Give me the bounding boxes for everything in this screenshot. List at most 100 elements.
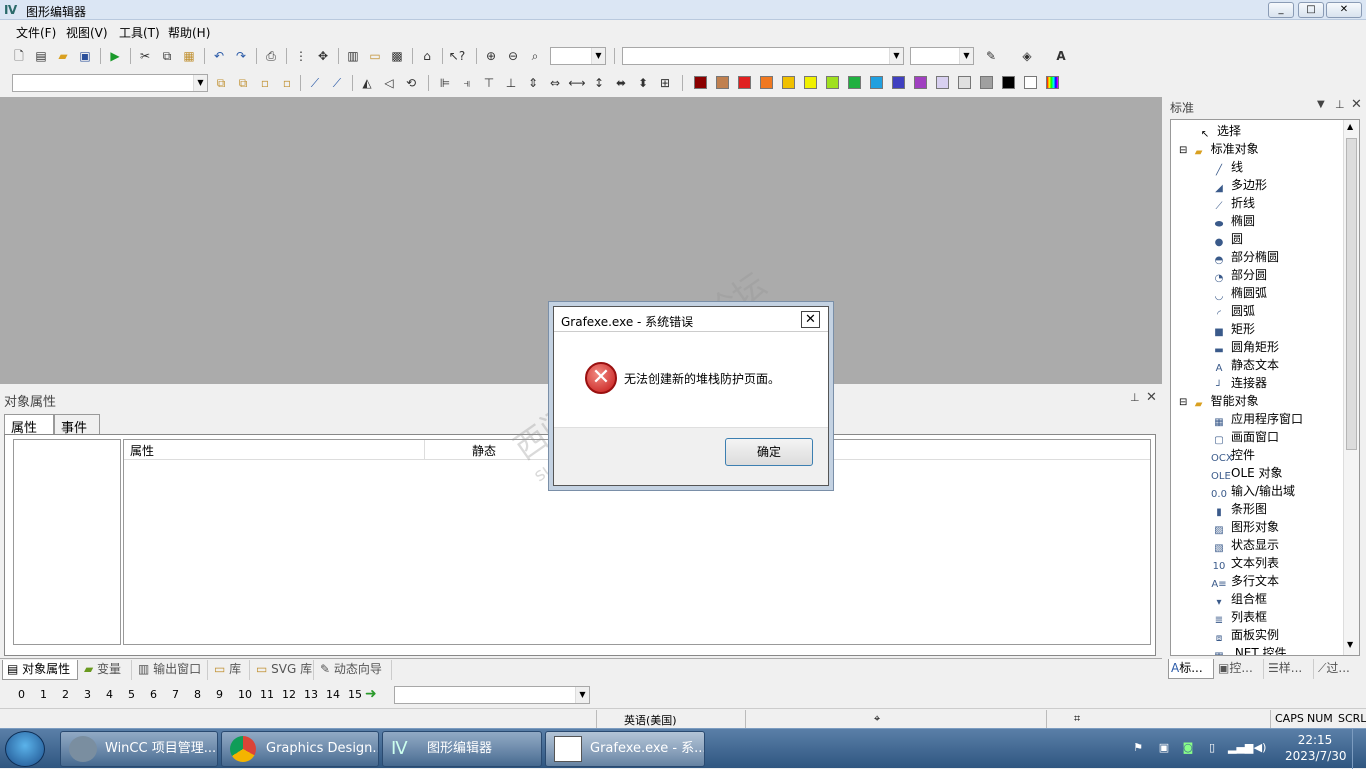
menu-file[interactable]: 文件(F) (16, 24, 56, 41)
color-swatch[interactable] (848, 76, 861, 89)
align-right-icon[interactable]: ⫣ (458, 74, 476, 92)
menu-view[interactable]: 视图(V) (66, 24, 108, 41)
object-tree-view[interactable]: ↖ 选择 ⊟ ▰ 标准对象 ╱ 线 ◢ 多边形 ⟋ 折线 ⬬ 椭圆 ● 圆 ◓ 部分椭圆 ◔ 部分圆 ◡ 椭圆弧 ◜ 圆弧… (1170, 119, 1360, 656)
palette-item[interactable]: ◜ 圆弧 (1211, 302, 1255, 320)
palette-item[interactable]: ▮ 条形图 (1211, 500, 1267, 518)
grid-icon[interactable]: ⋮ (292, 47, 310, 65)
layer-button[interactable]: 4 (106, 688, 113, 701)
layer-button[interactable]: 14 (326, 688, 340, 701)
copy-icon[interactable]: ⧉ (158, 47, 176, 65)
palette-item[interactable]: ⟋ 折线 (1211, 194, 1256, 212)
center-h-icon[interactable]: ⇕ (524, 74, 542, 92)
color-swatch[interactable] (760, 76, 773, 89)
align-bottom-icon[interactable]: ⊥ (502, 74, 520, 92)
fill-color-icon[interactable]: ◈ (1018, 47, 1036, 65)
palette-item[interactable]: ▾ 组合框 (1211, 590, 1267, 608)
color-swatch[interactable] (694, 76, 707, 89)
rotate-icon[interactable]: ⟲ (402, 74, 420, 92)
vertical-scrollbar[interactable]: ▲ ▼ (1343, 120, 1359, 655)
tab-dynamic-wizard[interactable]: ✎ 动态向导 (316, 660, 392, 680)
font-size-combo[interactable]: ▼ (910, 47, 974, 65)
color-swatch[interactable] (1024, 76, 1037, 89)
object-combo[interactable]: ▼ (12, 74, 208, 92)
layer-button[interactable]: 15 (348, 688, 362, 701)
ok-button[interactable]: 确定 (725, 438, 813, 466)
layer-button[interactable]: 7 (172, 688, 179, 701)
color-swatch[interactable] (892, 76, 905, 89)
library-icon[interactable]: ▭ (366, 47, 384, 65)
zoom-out-icon[interactable]: ⊖ (504, 47, 522, 65)
space-v-icon[interactable]: ↕ (590, 74, 608, 92)
layer-button[interactable]: 3 (84, 688, 91, 701)
snap-icon[interactable]: ✥ (314, 47, 332, 65)
layer-button[interactable]: 5 (128, 688, 135, 701)
print-icon[interactable]: ⎙ (262, 47, 280, 65)
palette-item[interactable]: ╱ 线 (1211, 158, 1243, 176)
tab-standard[interactable]: A标... (1168, 659, 1214, 679)
palette-item[interactable]: ◢ 多边形 (1211, 176, 1267, 194)
layer-button[interactable]: 1 (40, 688, 47, 701)
layer-button[interactable]: 8 (194, 688, 201, 701)
palette-item[interactable]: ◓ 部分椭圆 (1211, 248, 1279, 266)
layer-button[interactable]: 12 (282, 688, 296, 701)
font-combo[interactable]: ▼ (622, 47, 904, 65)
font-color-icon[interactable]: A (1052, 47, 1070, 65)
color-swatch[interactable] (914, 76, 927, 89)
tab-library[interactable]: ▭ 库 (210, 660, 250, 680)
mirror-v-icon[interactable]: ◭ (358, 74, 376, 92)
close-icon[interactable]: ✕ (1351, 97, 1362, 112)
palette-item[interactable]: ▬ 圆角矩形 (1211, 338, 1279, 356)
palette-item[interactable]: A 静态文本 (1211, 356, 1279, 374)
help-pointer-icon[interactable]: ↖? (448, 47, 466, 65)
paste-icon[interactable]: ▦ (180, 47, 198, 65)
signal-icon[interactable]: ▂▄▆ (1228, 741, 1253, 757)
align-left-icon[interactable]: ⊫ (436, 74, 454, 92)
layer-button[interactable]: 6 (150, 688, 157, 701)
vba-icon[interactable]: ▩ (388, 47, 406, 65)
network-device-icon[interactable]: ▣ (1156, 741, 1172, 757)
layer-button[interactable]: 0 (18, 688, 25, 701)
palette-item[interactable]: ▦ 应用程序窗口 (1211, 410, 1303, 428)
dialog-close-button[interactable]: ✕ (801, 311, 820, 328)
layer-button[interactable]: 9 (216, 688, 223, 701)
color-swatch[interactable] (870, 76, 883, 89)
backward-icon[interactable]: ▫ (278, 74, 296, 92)
tab-process[interactable]: ⟋过... (1316, 659, 1364, 679)
color-swatch[interactable] (980, 76, 993, 89)
minimize-button[interactable]: _ (1268, 2, 1294, 18)
task-wincc[interactable]: WinCC 项目管理... (60, 731, 218, 767)
palette-item[interactable]: ⧈ 面板实例 (1211, 626, 1279, 644)
bring-front-icon[interactable]: ⧉ (212, 74, 230, 92)
cut-icon[interactable]: ✂ (136, 47, 154, 65)
same-width-icon[interactable]: ⬌ (612, 74, 630, 92)
color-swatch[interactable] (738, 76, 751, 89)
flag-icon[interactable]: ⚑ (1130, 741, 1146, 757)
palette-item[interactable]: A≡ 多行文本 (1211, 572, 1279, 590)
tab-properties[interactable]: 属性 (4, 414, 54, 436)
forward-icon[interactable]: ▫ (256, 74, 274, 92)
palette-item[interactable]: ↖ 选择 (1197, 122, 1241, 140)
line-color-icon[interactable]: ✎ (982, 47, 1000, 65)
same-size-icon[interactable]: ⊞ (656, 74, 674, 92)
palette-item[interactable]: ● 圆 (1211, 230, 1243, 248)
task-grafexe[interactable]: Grafexe.exe - 系... (545, 731, 705, 767)
save-icon[interactable]: ▣ (76, 47, 94, 65)
space-h-icon[interactable]: ⟷ (568, 74, 586, 92)
undo-icon[interactable]: ↶ (210, 47, 228, 65)
center-v-icon[interactable]: ⇔ (546, 74, 564, 92)
palette-item[interactable]: ≣ 列表框 (1211, 608, 1267, 626)
menu-help[interactable]: 帮助(H) (168, 24, 210, 41)
more-colors-icon[interactable] (1046, 76, 1059, 89)
palette-item[interactable]: ◔ 部分圆 (1211, 266, 1267, 284)
nvidia-icon[interactable]: ◙ (1180, 741, 1196, 757)
layer-button[interactable]: 2 (62, 688, 69, 701)
palette-item[interactable]: ■ 矩形 (1211, 320, 1255, 338)
palette-item[interactable]: ⬬ 椭圆 (1211, 212, 1255, 230)
zoom-combo[interactable]: ▼ (550, 47, 606, 65)
collapse-icon[interactable]: ⊟ (1179, 145, 1191, 156)
tab-tags[interactable]: ▰ 变量 (80, 660, 132, 680)
collapse-icon[interactable]: ⊟ (1179, 397, 1191, 408)
palette-item[interactable]: ⊟ ▰ 智能对象 (1179, 392, 1259, 410)
color-swatch[interactable] (936, 76, 949, 89)
tab-svg-library[interactable]: ▭ SVG 库 (252, 660, 314, 680)
